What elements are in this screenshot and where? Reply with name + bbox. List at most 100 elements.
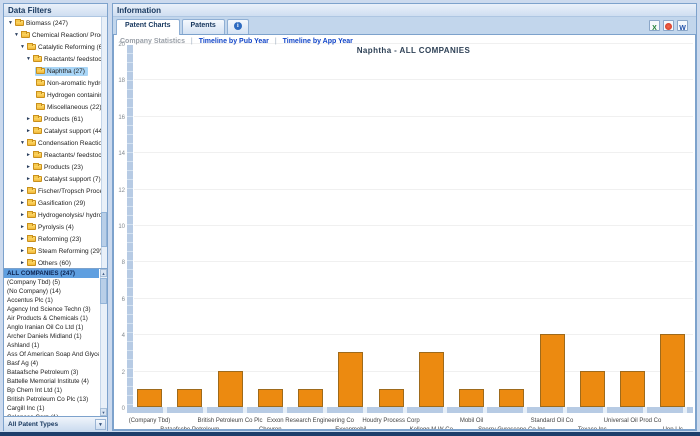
bar[interactable] (177, 389, 202, 407)
company-list-item[interactable]: British Petroleum Co Plc (13) (4, 395, 99, 404)
company-list-item[interactable]: Cargill Inc (1) (4, 404, 99, 413)
tree-item-content: Others (60) (26, 259, 74, 268)
expand-arrow-icon[interactable]: ► (25, 161, 32, 173)
tree-item[interactable]: ►Fischer/Tropsch Process (4) (4, 185, 107, 197)
tree-item-label: Steam Reforming (29) (38, 248, 102, 255)
expand-arrow-icon[interactable]: ► (25, 149, 32, 161)
gridline (134, 189, 693, 190)
tree-item[interactable]: Naphtha (27) (4, 65, 107, 77)
tree-item-content: Catalyst support (44) (32, 127, 107, 136)
company-list-item[interactable]: Archer Daniels Midland (1) (4, 332, 99, 341)
tree-item[interactable]: ▼Chemical Reaction/ Process (2 (4, 29, 107, 41)
tab-patents[interactable]: Patents (182, 19, 225, 34)
expand-arrow-icon[interactable]: ► (19, 197, 26, 209)
word-export-button[interactable]: W (677, 20, 688, 31)
company-list-item[interactable]: Agency Ind Science Techn (3) (4, 305, 99, 314)
bar[interactable] (620, 371, 645, 407)
gridline (134, 79, 693, 80)
x-axis-category-label: Bataafsche Petroleum (160, 427, 219, 430)
company-list-item[interactable]: (Company Tbd) (5) (4, 278, 99, 287)
bar[interactable] (137, 389, 162, 407)
tree-item[interactable]: ►Gasification (29) (4, 197, 107, 209)
tree-item[interactable]: Miscellaneous (22) (4, 101, 107, 113)
filter-tree: ▼Biomass (247)▼Chemical Reaction/ Proces… (4, 17, 107, 269)
bar[interactable] (419, 352, 444, 407)
company-list-item[interactable]: Basf Ag (4) (4, 359, 99, 368)
folder-icon (27, 248, 36, 254)
company-list-item[interactable]: Battelle Memorial Institute (4) (4, 377, 99, 386)
tree-item[interactable]: ►Reactants/ feedstock (2 (4, 149, 107, 161)
tree-item[interactable]: Hydrogen containing (4, 89, 107, 101)
tree-item[interactable]: ►Catalyst support (7) (4, 173, 107, 185)
tree-item[interactable]: ▼Biomass (247) (4, 17, 107, 29)
pdf-export-button[interactable] (663, 20, 674, 31)
tree-item-label: Miscellaneous (22) (47, 104, 102, 111)
bar[interactable] (459, 389, 484, 407)
bar[interactable] (218, 371, 243, 407)
bar[interactable] (540, 334, 565, 407)
collapse-arrow-icon[interactable]: ▼ (19, 41, 26, 53)
company-list: ALL COMPANIES (247)(Company Tbd) (5)(No … (4, 269, 107, 416)
word-export-icon: W (679, 25, 686, 32)
tree-item[interactable]: ▼Condensation Reaction (23 (4, 137, 107, 149)
tree-scrollbar-thumb[interactable] (101, 212, 107, 247)
company-list-item[interactable]: Bataafsche Petroleum (3) (4, 368, 99, 377)
tab-info[interactable]: i (227, 19, 249, 34)
tree-item[interactable]: ►Pyrolysis (4) (4, 221, 107, 233)
expand-arrow-icon[interactable]: ► (19, 245, 26, 257)
collapse-arrow-icon[interactable]: ▼ (25, 53, 32, 65)
bar[interactable] (580, 371, 605, 407)
y-axis-tick-label: 16 (114, 115, 125, 121)
company-list-item[interactable]: Ashland (1) (4, 341, 99, 350)
tree-scrollbar[interactable] (101, 17, 107, 268)
scroll-up-icon[interactable]: ▲ (100, 269, 107, 277)
tree-item[interactable]: ►Catalyst support (44) (4, 125, 107, 137)
collapse-arrow-icon[interactable]: ▼ (13, 29, 20, 41)
expand-arrow-icon[interactable]: ► (19, 257, 26, 269)
x-axis-category-label: Texaco Inc (578, 427, 607, 430)
expand-arrow-icon[interactable]: ► (25, 125, 32, 137)
company-list-item[interactable]: Bp Chem Int Ltd (1) (4, 386, 99, 395)
bar[interactable] (660, 334, 685, 407)
x-axis-category-label: Exxon Research Engineering Co (267, 418, 354, 424)
tree-item[interactable]: ► Products (61) (4, 113, 107, 125)
tab-patent-charts[interactable]: Patent Charts (116, 19, 180, 35)
company-list-item[interactable]: Air Products & Chemicals (1) (4, 314, 99, 323)
bar[interactable] (298, 389, 323, 407)
tree-item[interactable]: ►Products (23) (4, 161, 107, 173)
company-list-item[interactable]: (No Company) (14) (4, 287, 99, 296)
excel-export-button[interactable]: X (649, 20, 660, 31)
tree-item[interactable]: ▼Reactants/ feedstock (6 (4, 53, 107, 65)
expand-arrow-icon[interactable]: ► (19, 233, 26, 245)
expand-arrow-icon[interactable]: ► (19, 221, 26, 233)
company-list-item[interactable]: Accentus Plc (1) (4, 296, 99, 305)
bar[interactable] (258, 389, 283, 407)
expand-arrow-icon[interactable]: ► (19, 209, 26, 221)
bar[interactable] (499, 389, 524, 407)
expand-arrow-icon[interactable]: ► (19, 185, 26, 197)
dropdown-arrow-icon[interactable]: ▼ (95, 419, 106, 430)
patent-types-dropdown[interactable]: All Patent Types ▼ (4, 416, 107, 432)
company-list-item[interactable]: Anglo Iranian Oil Co Ltd (1) (4, 323, 99, 332)
scroll-down-icon[interactable]: ▼ (100, 408, 107, 416)
bar[interactable] (379, 389, 404, 407)
collapse-arrow-icon[interactable]: ▼ (7, 17, 14, 29)
expand-arrow-icon[interactable]: ► (25, 113, 32, 125)
subnav-timeline-pub-year[interactable]: Timeline by Pub Year (199, 38, 269, 45)
bar[interactable] (338, 352, 363, 407)
company-list-item[interactable]: ALL COMPANIES (247) (4, 269, 99, 278)
x-axis-category-label: Exxonmobil (335, 427, 366, 430)
expand-arrow-icon[interactable]: ► (25, 173, 32, 185)
tree-item[interactable]: ►Hydrogenolysis/ hydrogenat (4, 209, 107, 221)
tree-item[interactable]: ▼Catalytic Reforming (64) (4, 41, 107, 53)
tree-item[interactable]: ►Others (60) (4, 257, 107, 269)
company-scrollbar[interactable]: ▲ ▼ (100, 269, 107, 416)
tree-item[interactable]: ► Steam Reforming (29) (4, 245, 107, 257)
tree-item[interactable]: Non-aromatic hydrocarbons (4, 77, 107, 89)
tree-item[interactable]: ►Reforming (23) (4, 233, 107, 245)
company-list-item[interactable]: Ass Of American Soap And Glyce (2 (4, 350, 99, 359)
collapse-arrow-icon[interactable]: ▼ (19, 137, 26, 149)
company-scrollbar-thumb[interactable] (100, 278, 107, 304)
subnav-timeline-app-year[interactable]: Timeline by App Year (283, 38, 353, 45)
tree-item-label: Products (61) (44, 116, 83, 123)
